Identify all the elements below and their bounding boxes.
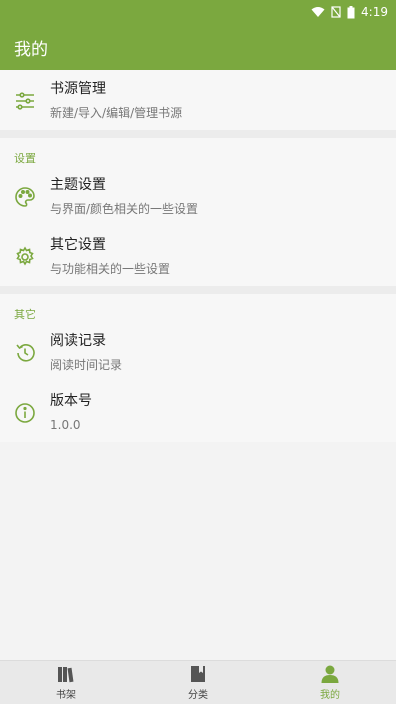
section-divider [0,130,396,138]
sliders-icon [14,90,36,112]
wifi-icon [311,6,325,18]
reading-history-subtitle: 阅读时间记录 [50,358,123,372]
app-bar: 我的 [0,24,396,70]
version-item[interactable]: 版本号 1.0.0 [0,382,396,442]
status-bar: 4:19 [0,0,396,24]
battery-icon [347,5,355,19]
nav-mine-label: 我的 [320,690,340,701]
theme-settings-item[interactable]: 主题设置 与界面/颜色相关的一些设置 [0,166,396,226]
settings-list: 书源管理 新建/导入/编辑/管理书源 设置 主题设置 与界面/颜色相关的一些设置 [0,70,396,660]
info-icon [14,402,36,424]
book-icon [188,664,208,684]
other-settings-subtitle: 与功能相关的一些设置 [50,262,171,276]
bookshelf-icon [56,664,76,684]
reading-history-item[interactable]: 阅读记录 阅读时间记录 [0,322,396,382]
settings-section-header: 设置 [14,152,36,165]
nav-category-label: 分类 [188,690,208,701]
nav-bookshelf-label: 书架 [56,690,76,701]
status-time: 4:19 [361,5,388,19]
theme-settings-subtitle: 与界面/颜色相关的一些设置 [50,202,199,216]
nav-mine[interactable]: 我的 [264,661,396,704]
gear-icon [14,246,36,268]
source-management-subtitle: 新建/导入/编辑/管理书源 [50,106,183,120]
version-value: 1.0.0 [50,418,81,432]
page-title: 我的 [14,39,48,60]
history-icon [14,342,36,364]
other-section-header: 其它 [14,308,36,321]
nav-category[interactable]: 分类 [132,661,264,704]
source-management-item[interactable]: 书源管理 新建/导入/编辑/管理书源 [0,70,396,130]
signal-off-icon [331,6,341,18]
other-settings-item[interactable]: 其它设置 与功能相关的一些设置 [0,226,396,286]
reading-history-title: 阅读记录 [50,333,106,349]
theme-settings-title: 主题设置 [50,177,106,193]
palette-icon [14,186,36,208]
bottom-navigation: 书架 分类 我的 [0,660,396,704]
version-title: 版本号 [50,393,92,409]
source-management-title: 书源管理 [50,81,106,97]
nav-bookshelf[interactable]: 书架 [0,661,132,704]
person-icon [320,664,340,684]
section-divider [0,286,396,294]
other-settings-title: 其它设置 [50,237,106,253]
